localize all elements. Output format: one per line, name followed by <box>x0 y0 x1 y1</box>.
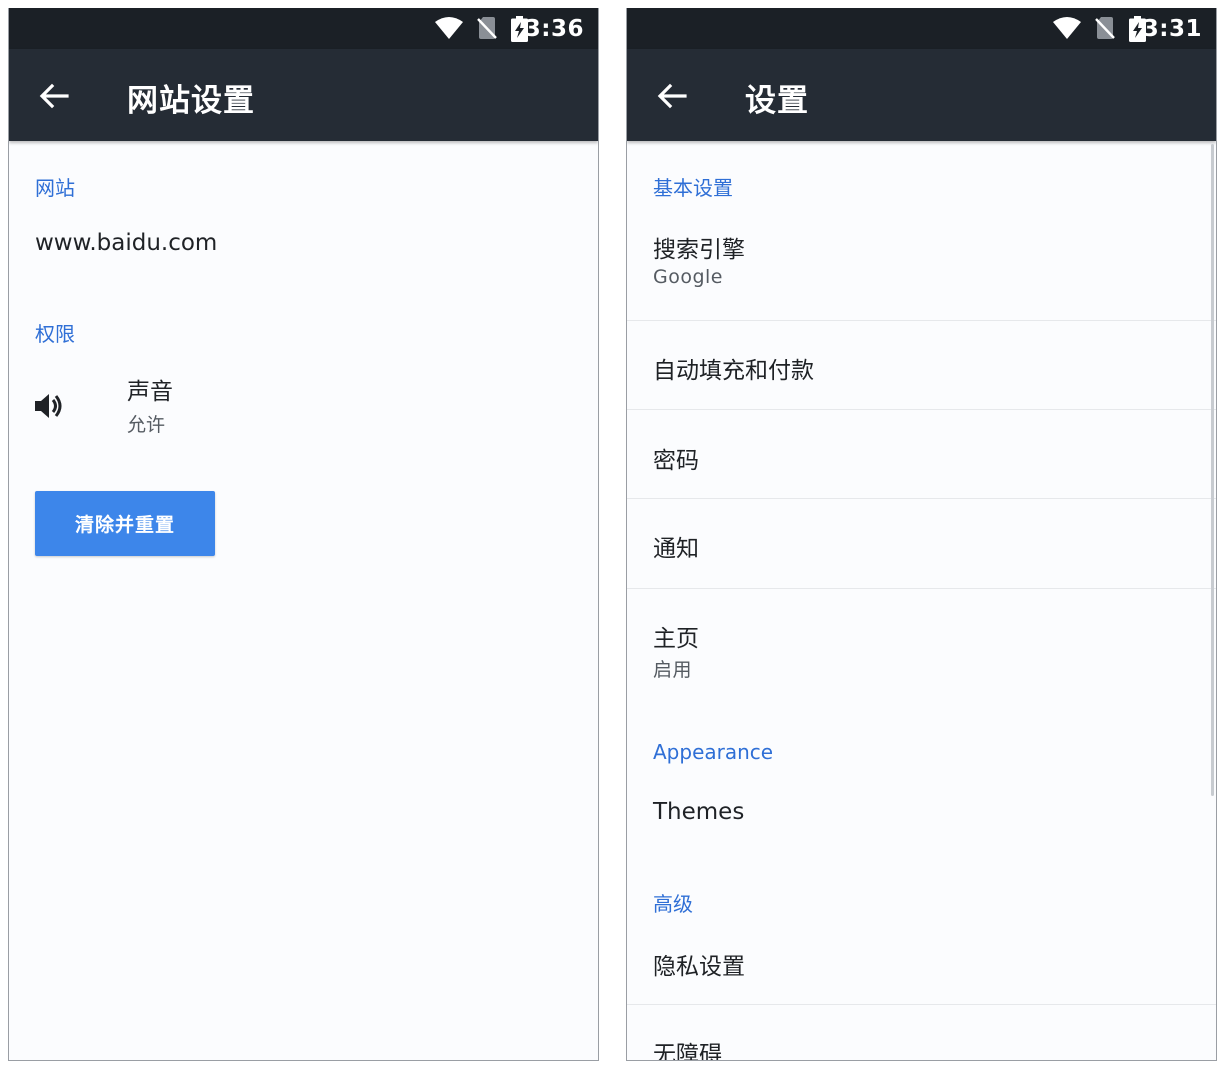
back-arrow-icon[interactable] <box>37 79 71 113</box>
autofill-and-payments-item[interactable]: 自动填充和付款 <box>653 351 814 385</box>
sound-value: 允许 <box>127 414 166 436</box>
notifications-item[interactable]: 通知 <box>653 529 699 563</box>
status-bar: 3:31 <box>627 8 1216 49</box>
site-section-header: 网站 <box>35 176 75 200</box>
permissions-section-header: 权限 <box>35 322 75 346</box>
app-bar: 设置 <box>627 49 1216 141</box>
basic-settings-section-header: 基本设置 <box>653 176 733 200</box>
back-arrow-icon[interactable] <box>655 79 689 113</box>
page-title: 网站设置 <box>127 83 255 119</box>
status-bar: 3:36 <box>9 8 598 49</box>
divider <box>627 588 1216 589</box>
speaker-icon <box>35 394 62 418</box>
scrollbar[interactable] <box>1211 144 1214 796</box>
privacy-settings-item[interactable]: 隐私设置 <box>653 947 745 981</box>
sound-title: 声音 <box>127 379 173 405</box>
search-engine-title: 搜索引擎 <box>653 237 745 263</box>
search-engine-value: Google <box>653 266 724 288</box>
wifi-icon <box>1053 17 1081 39</box>
page-title: 设置 <box>745 83 809 119</box>
divider <box>627 409 1216 410</box>
site-settings-screen: 3:36 网站设置 网站 www.baidu.com 权限 声音 允许 清除并重… <box>8 8 599 1061</box>
accessibility-item[interactable]: 无障碍 <box>653 1035 722 1060</box>
site-url: www.baidu.com <box>35 230 218 256</box>
status-time: 3:36 <box>524 16 584 42</box>
wifi-icon <box>435 17 463 39</box>
passwords-item[interactable]: 密码 <box>653 441 699 475</box>
app-bar: 网站设置 <box>9 49 598 141</box>
advanced-section-header: 高级 <box>653 892 693 916</box>
settings-screen: 3:31 设置 基本设置 搜索引擎 Google 自动填充和付款 密码 通知 主… <box>626 8 1217 1061</box>
divider <box>627 498 1216 499</box>
homepage-title: 主页 <box>653 626 699 652</box>
status-time: 3:31 <box>1142 16 1202 42</box>
clear-and-reset-button[interactable]: 清除并重置 <box>35 491 215 556</box>
themes-item[interactable]: Themes <box>653 799 744 825</box>
homepage-value: 启用 <box>653 659 693 681</box>
divider <box>627 1004 1216 1005</box>
no-sim-icon <box>1095 17 1115 39</box>
divider <box>627 320 1216 321</box>
appearance-section-header: Appearance <box>653 740 774 764</box>
no-sim-icon <box>477 17 497 39</box>
